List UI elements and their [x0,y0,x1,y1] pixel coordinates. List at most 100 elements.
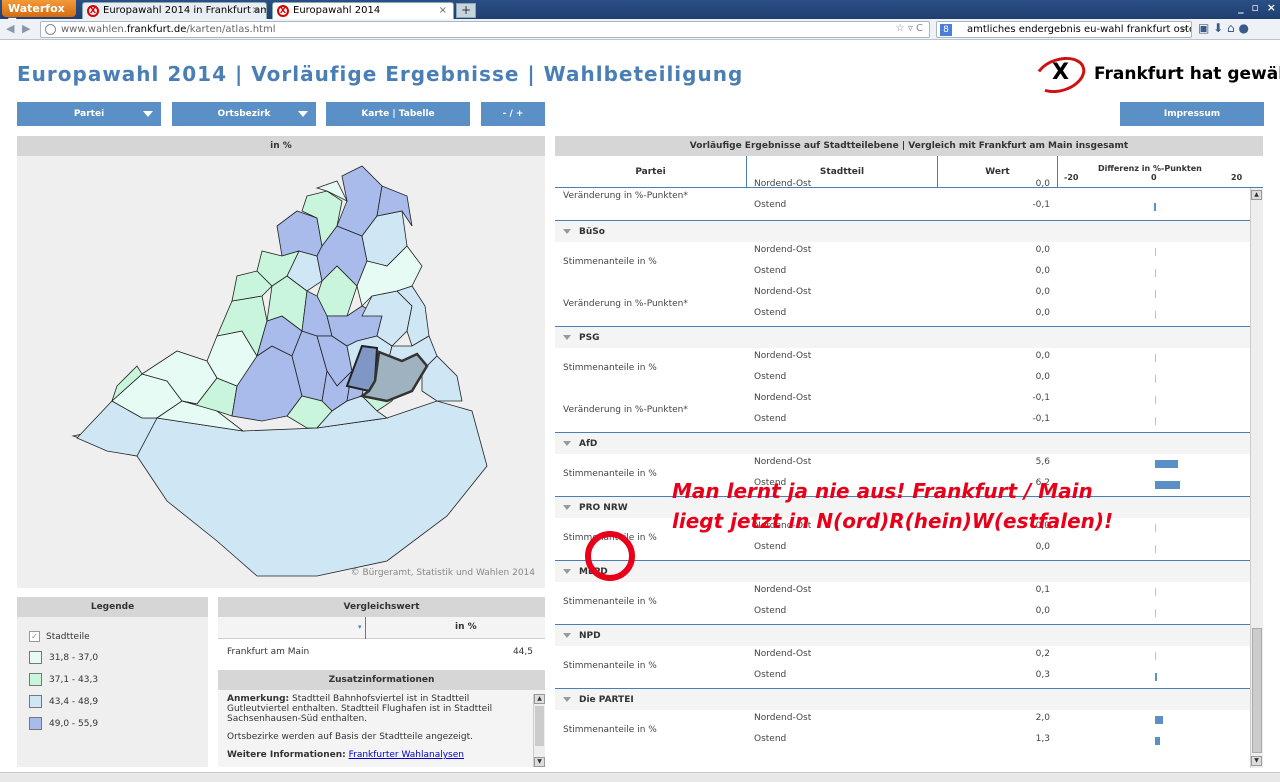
forward-arrow-icon[interactable]: ▶ [22,22,30,35]
google-icon[interactable]: 8 [940,24,952,36]
table-row: Stimmenanteile in % Nordend-Ost 0,1 Ostend 0… [555,582,1250,624]
tab-close-icon[interactable]: × [252,5,260,16]
tab-close-icon[interactable]: × [439,5,447,16]
url-prefix: www.wahlen. [61,24,127,35]
collapse-triangle-icon [563,505,571,510]
sort-chevron-icon[interactable]: ▾ [358,623,362,631]
scroll-down-icon[interactable]: ▼ [534,757,545,767]
row-wert: 0,2 [1035,649,1050,659]
impressum-button[interactable]: Impressum [1120,102,1264,126]
collapse-triangle-icon [563,569,571,574]
diff-zero-line [1155,545,1156,553]
scroll-up-icon[interactable]: ▲ [534,694,545,704]
search-text: amtliches endergebnis eu-wahl frankfurt … [967,24,1192,35]
party-group-header[interactable]: MLPD [555,560,1250,582]
zusatz-scrollbar[interactable]: ▲ ▼ [533,694,545,767]
row-wert: -0,1 [1032,393,1050,403]
row-stadtteil: Ostend [754,308,787,318]
row-label: Veränderung in %-Punkten* [563,299,688,309]
url-path: /karten/atlas.html [186,24,276,35]
app-menu-button[interactable]: Waterfox ▼ [2,0,76,28]
district-map[interactable] [17,156,545,588]
diff-zero-line [1155,354,1156,362]
page: Europawahl 2014 | Vorläufige Ergebnisse … [0,40,1280,782]
search-magnifier-icon[interactable]: ⌕ [1181,22,1187,36]
row-stadtteil: Nordend-Ost [754,351,812,361]
overlay-note-line1: Man lernt ja nie aus! Frankfurt / Main [672,479,1093,503]
url-input[interactable]: www.wahlen.frankfurt.de/karten/atlas.htm… [40,21,930,38]
logo-x-icon: X [1052,60,1069,85]
collapse-triangle-icon [563,335,571,340]
url-domain: frankfurt.de [126,24,187,35]
search-input[interactable]: 8 amtliches endergebnis eu-wahl frankfur… [936,21,1192,38]
weitere-label: Weitere Informationen: [227,750,346,760]
row-label: Stimmenanteile in % [563,725,657,735]
chevron-down-icon [143,111,153,117]
party-group-header[interactable]: AfD [555,432,1250,454]
zusatz-body: Anmerkung: Stadtteil Bahnhofsviertel ist… [227,694,529,760]
party-group-header[interactable]: PSG [555,326,1250,348]
row-wert: 0,0 [1035,179,1050,189]
scroll-up-icon[interactable]: ▲ [1251,190,1262,200]
party-group-header[interactable]: Die PARTEI [555,688,1250,710]
browser-chrome: Waterfox ▼ X Europawahl 2014 in Frankfur… [0,0,1280,40]
diff-zero-line [1155,290,1156,298]
row-wert: -0,1 [1032,200,1050,210]
column-divider [365,617,366,639]
party-group-header[interactable]: NPD [555,624,1250,646]
vergleichswert-col-label: in % [455,622,477,632]
diff-bar [1153,203,1156,211]
party-name: PSG [579,333,600,343]
collapse-triangle-icon [563,441,571,446]
page-title: Europawahl 2014 | Vorläufige Ergebnisse … [17,62,744,86]
party-group-header[interactable]: BüSo [555,220,1250,242]
ortsbezirk-label: Ortsbezirk [217,109,271,119]
party-name: NPD [579,631,601,641]
party-name: BüSo [579,227,605,237]
tab-label: Europawahl 2014 in Frankfurt am Main [103,5,266,16]
tab-europawahl-active[interactable]: X Europawahl 2014 × [272,2,454,19]
chevron-down-icon [298,111,308,117]
zusatz-title: Zusatzinformationen [218,670,545,690]
overlay-note-line2: liegt jetzt in N(ord)R(hein)W(estfalen)! [672,509,1114,533]
table-row: Stimmenanteile in % Nordend-Ost 0,0 Ostend 0… [555,242,1250,284]
collapse-triangle-icon [563,229,571,234]
map-panel: in % © Bürgeramt, Statistik und Wahlen 2… [17,136,545,588]
legend-panel: Legende ✓ Stadtteile 31,8 - 37,0 37,1 - 4… [17,597,208,767]
karte-tabelle-button[interactable]: Karte | Tabelle [326,102,470,126]
anmerkung-label: Anmerkung: [227,694,290,704]
table-row: Stimmenanteile in % Nordend-Ost 0,2 Ostend 0… [555,646,1250,688]
new-tab-button[interactable]: + [456,3,476,18]
vergleichswert-row-value: 44,5 [512,647,533,657]
back-arrow-icon[interactable]: ◀ [6,22,14,35]
vergleichswert-row-label: Frankfurt am Main [227,647,310,657]
row-wert: 0,1 [1035,585,1050,595]
partei-dropdown[interactable]: Partei [17,102,161,126]
tab-europawahl-frankfurt[interactable]: X Europawahl 2014 in Frankfurt am Main × [82,2,267,19]
diff-bar [1155,460,1178,468]
diff-zero-line [1155,417,1156,425]
ortsbezirk-dropdown[interactable]: Ortsbezirk [172,102,316,126]
row-stadtteil: Nordend-Ost [754,585,812,595]
logo: X Frankfurt hat gewählt [1030,50,1280,100]
wahlanalysen-link[interactable]: Frankfurter Wahlanalysen [349,750,464,760]
scroll-thumb[interactable] [535,706,544,746]
tab-bar: Waterfox ▼ X Europawahl 2014 in Frankfur… [0,0,1280,28]
legend-stadtteile-checkbox[interactable]: ✓ Stadtteile [29,631,90,642]
scroll-thumb[interactable] [1252,628,1262,753]
toolbar-icons[interactable]: ▣ ⬇ ⌂ ● [1198,21,1249,35]
party-name: PRO NRW [579,503,628,513]
tab-label: Europawahl 2014 [293,5,381,16]
row-stadtteil: Ostend [754,200,787,210]
site-favicon-icon: X [277,5,289,17]
window-controls[interactable]: _ ▫ × [1238,1,1278,14]
diff-zero-line [1155,311,1156,319]
annotation-circle [585,531,635,581]
zoom-button[interactable]: - / + [481,102,545,126]
row-wert: 5,6 [1035,457,1050,467]
scroll-down-icon[interactable]: ▼ [1251,756,1262,766]
overlay-annotation: Man lernt ja nie aus! Frankfurt / Main l… [672,476,1113,536]
results-scrollbar[interactable]: ▲ ▼ [1250,188,1263,768]
row-label: Stimmenanteile in % [563,597,657,607]
bookmark-star-icon[interactable]: ☆ ▿ C [896,23,923,34]
